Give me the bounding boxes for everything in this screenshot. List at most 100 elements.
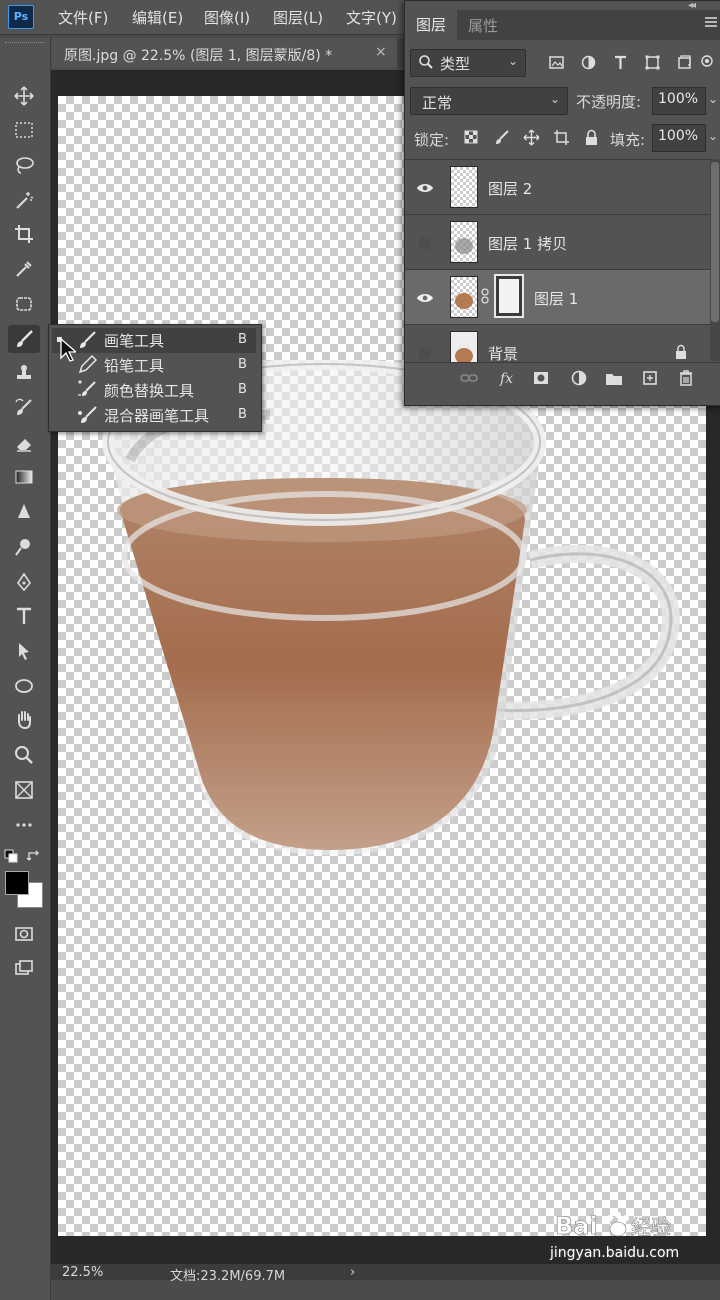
ellipse-tool-icon[interactable]	[8, 672, 40, 700]
zoom-level[interactable]: 22.5%	[62, 1265, 103, 1280]
opacity-label: 不透明度:	[576, 93, 642, 111]
gradient-tool-icon[interactable]	[8, 463, 40, 491]
screen-mode-icon[interactable]	[8, 954, 40, 982]
layer-thumbnail	[450, 276, 478, 318]
flyout-label-pencil: 铅笔工具	[104, 357, 165, 375]
lasso-tool-icon[interactable]	[8, 151, 40, 179]
stamp-tool-icon[interactable]	[8, 359, 40, 387]
flyout-label-brush: 画笔工具	[104, 332, 165, 350]
layer-thumbnail	[450, 221, 478, 263]
filter-pixel-icon[interactable]	[546, 52, 566, 72]
delete-layer-trash-icon[interactable]	[673, 366, 699, 390]
svg-text:经验: 经验	[631, 1215, 671, 1239]
filter-toggle-icon[interactable]	[700, 50, 714, 72]
pencil-icon	[76, 354, 98, 376]
flyout-shortcut-pencil: B	[238, 357, 247, 372]
link-layers-icon[interactable]	[456, 366, 482, 390]
fill-value: 100%	[658, 128, 699, 144]
lock-transparent-icon[interactable]	[460, 126, 482, 148]
document-title: 原图.jpg @ 22.5% (图层 1, 图层蒙版/8) *	[64, 48, 333, 64]
flyout-label-color-replacement: 颜色替换工具	[104, 382, 195, 400]
status-menu-arrow[interactable]: ›	[350, 1265, 355, 1280]
svg-text:Bai: Bai	[555, 1212, 598, 1240]
toolbar-grip[interactable]	[5, 42, 45, 46]
layer-name[interactable]: 图层 1 拷贝	[488, 233, 567, 254]
photoshop-logo: Ps	[8, 5, 34, 29]
visibility-toggle-empty[interactable]	[414, 342, 436, 364]
watermark-url: jingyan.baidu.com	[550, 1245, 680, 1261]
menu-type[interactable]: 文字(Y)	[346, 7, 397, 28]
add-mask-icon[interactable]	[528, 366, 554, 390]
chevron-down-icon[interactable]: ⌄	[708, 92, 718, 106]
document-size-info: 文档:23.2M/69.7M	[170, 1269, 286, 1284]
color-replacement-icon	[76, 379, 98, 401]
layer-lock-icon	[674, 344, 688, 360]
scrollbar-thumb[interactable]	[711, 162, 719, 322]
filter-shape-icon[interactable]	[642, 52, 662, 72]
more-tools-icon[interactable]	[8, 811, 40, 839]
adjustment-layer-icon[interactable]	[566, 366, 592, 390]
magic-wand-icon[interactable]	[8, 186, 40, 214]
hand-tool-icon[interactable]	[8, 706, 40, 734]
filter-smart-object-icon[interactable]	[674, 52, 694, 72]
fill-label: 填充:	[610, 131, 646, 149]
status-bar	[51, 1264, 720, 1280]
new-group-folder-icon[interactable]	[601, 366, 627, 390]
menu-edit[interactable]: 编辑(E)	[132, 7, 183, 28]
filter-type-icon[interactable]	[610, 52, 630, 72]
tab-properties[interactable]: 属性	[468, 15, 498, 36]
layer-mask-thumbnail[interactable]	[494, 274, 524, 318]
lock-all-icon[interactable]	[580, 126, 602, 148]
flyout-label-mixer-brush: 混合器画笔工具	[104, 407, 210, 425]
eraser-icon[interactable]	[8, 429, 40, 457]
chevron-down-icon[interactable]: ⌄	[708, 129, 718, 143]
history-brush-icon[interactable]	[8, 394, 40, 422]
frame-tool-icon[interactable]	[8, 776, 40, 804]
type-tool-icon[interactable]	[8, 602, 40, 630]
healing-brush-icon[interactable]	[8, 290, 40, 318]
filter-adjustment-icon[interactable]	[578, 52, 598, 72]
lock-label: 锁定:	[414, 131, 450, 149]
foreground-color-swatch[interactable]	[5, 871, 29, 895]
layer-name[interactable]: 图层 2	[488, 178, 532, 199]
lock-position-icon[interactable]	[520, 126, 542, 148]
panel-menu-icon[interactable]	[704, 14, 718, 28]
dodge-tool-icon[interactable]	[8, 533, 40, 561]
default-colors-icon[interactable]	[4, 848, 18, 863]
marquee-tool-icon[interactable]	[8, 116, 40, 144]
mask-link-icon[interactable]	[480, 288, 490, 304]
brush-icon	[76, 329, 98, 351]
tab-layers[interactable]: 图层	[405, 10, 457, 40]
crop-tool-icon[interactable]	[8, 220, 40, 248]
flyout-shortcut-brush: B	[238, 332, 247, 347]
blur-tool-icon[interactable]	[8, 498, 40, 526]
mouse-cursor-icon	[60, 337, 78, 362]
new-layer-icon[interactable]	[637, 366, 663, 390]
layer-name[interactable]: 图层 1	[534, 288, 578, 309]
visibility-eye-icon[interactable]	[414, 287, 436, 309]
lock-artboard-icon[interactable]	[550, 126, 572, 148]
layer-style-fx-icon[interactable]: fx	[494, 366, 520, 390]
quick-mask-icon[interactable]	[8, 920, 40, 948]
filter-type-label: 类型	[440, 55, 471, 73]
menu-layer[interactable]: 图层(L)	[273, 7, 323, 28]
move-tool-icon[interactable]	[8, 82, 40, 110]
eyedropper-icon[interactable]	[8, 255, 40, 283]
zoom-tool-icon[interactable]	[8, 741, 40, 769]
search-icon	[418, 54, 434, 70]
pen-tool-icon[interactable]	[8, 568, 40, 596]
menu-image[interactable]: 图像(I)	[204, 7, 250, 28]
svg-text:fx: fx	[499, 371, 513, 387]
path-selection-icon[interactable]	[8, 637, 40, 665]
opacity-value: 100%	[658, 91, 699, 107]
visibility-eye-icon[interactable]	[414, 177, 436, 199]
baidu-jingyan-watermark-logo: Bai 经验	[555, 1208, 685, 1242]
lock-image-icon[interactable]	[490, 126, 512, 148]
visibility-toggle-empty[interactable]	[414, 232, 436, 254]
document-close-button[interactable]: ×	[375, 44, 387, 60]
layer-name[interactable]: 背景	[488, 343, 518, 364]
brush-tool-icon[interactable]	[8, 325, 40, 353]
menu-file[interactable]: 文件(F)	[58, 7, 108, 28]
swap-colors-icon[interactable]	[26, 848, 42, 862]
mixer-brush-icon	[76, 404, 98, 426]
